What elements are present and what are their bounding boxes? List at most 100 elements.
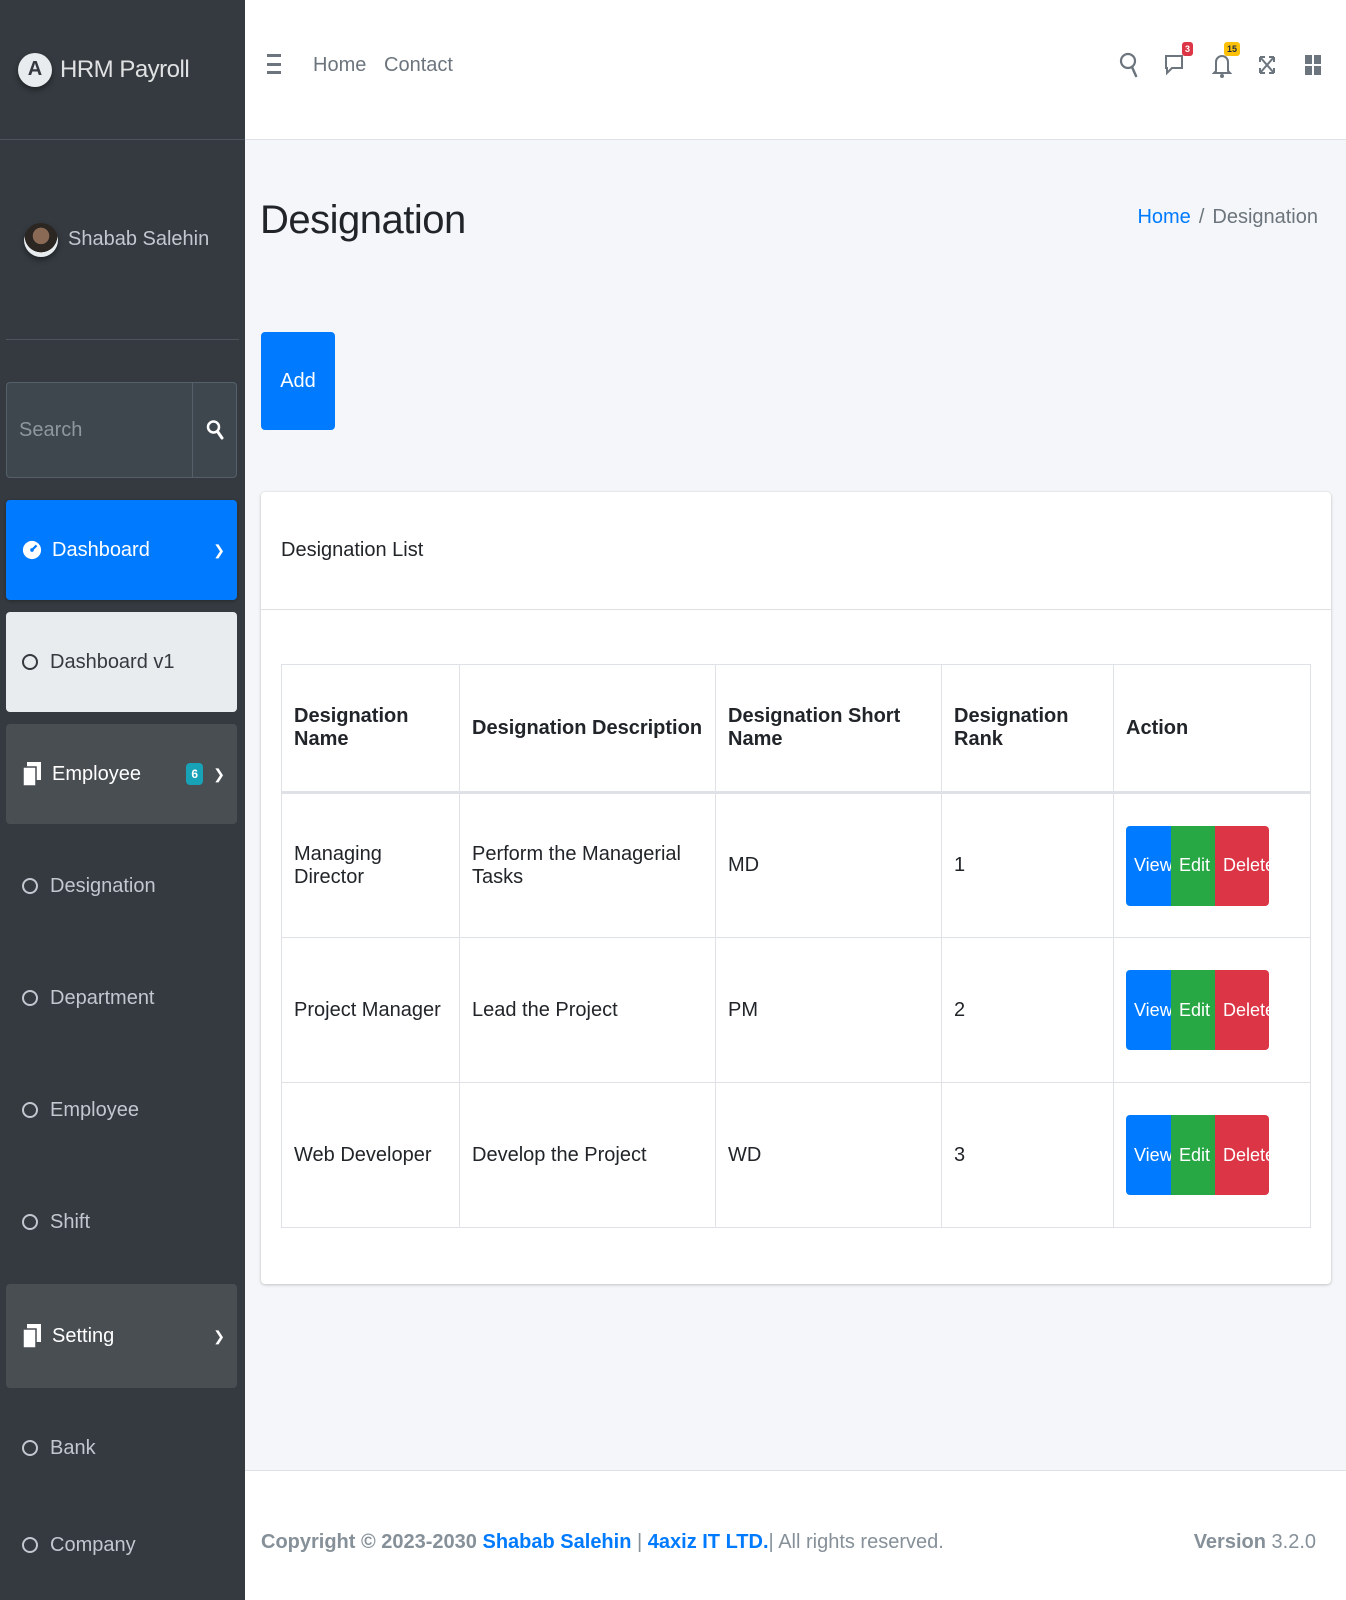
copyright: Copyright © 2023-2030 Shabab Salehin | 4… xyxy=(261,1531,944,1554)
chevron-down-icon: ❯ xyxy=(213,541,225,558)
card-title: Designation List xyxy=(261,492,1331,610)
messages-badge: 3 xyxy=(1181,42,1193,56)
chevron-down-icon: ❯ xyxy=(213,765,225,782)
user-panel: Shabab Salehin xyxy=(6,140,239,340)
action-buttons: View Edit Delete xyxy=(1126,970,1298,1050)
footer-separator: | xyxy=(637,1531,643,1553)
nav-link-home[interactable]: Home xyxy=(313,54,366,77)
avatar[interactable] xyxy=(24,222,58,257)
breadcrumb-home[interactable]: Home xyxy=(1137,206,1190,229)
brand-name: HRM Payroll xyxy=(60,55,190,83)
table-header-row: Designation Name Designation Description… xyxy=(281,664,1311,794)
column-header: Designation Rank xyxy=(941,664,1114,794)
view-button[interactable]: View xyxy=(1126,1115,1173,1195)
search-icon[interactable] xyxy=(1117,48,1141,82)
sidebar-item-label: Setting xyxy=(52,1324,115,1347)
sidebar-item-label: Bank xyxy=(50,1436,96,1459)
add-button[interactable]: Add xyxy=(261,332,335,430)
circle-icon xyxy=(22,1102,38,1118)
sidebar-item-label: Company xyxy=(50,1533,136,1556)
brand-link[interactable]: A HRM Payroll xyxy=(0,0,245,140)
circle-icon xyxy=(22,990,38,1006)
cell-name: Web Developer xyxy=(281,1082,460,1228)
cell-rank: 1 xyxy=(941,792,1114,938)
edit-button[interactable]: Edit xyxy=(1171,825,1215,906)
grid-icon[interactable] xyxy=(1301,48,1325,82)
company-link[interactable]: 4axiz IT LTD. xyxy=(648,1531,769,1553)
delete-button[interactable]: Delete xyxy=(1215,825,1275,906)
edit-button[interactable]: Edit xyxy=(1171,970,1215,1050)
footer: Copyright © 2023-2030 Shabab Salehin | 4… xyxy=(245,1470,1346,1600)
cell-rank: 3 xyxy=(941,1082,1114,1228)
sidebar-item-employee[interactable]: Employee 6 ❯ xyxy=(6,724,237,824)
brand-logo: A xyxy=(18,52,52,87)
column-header: Designation Description xyxy=(459,664,716,794)
sidebar-item-shift[interactable]: Shift xyxy=(6,1172,237,1272)
copy-icon xyxy=(22,1324,42,1348)
table-row: Managing Director Perform the Managerial… xyxy=(281,792,1311,938)
cell-short-name: WD xyxy=(715,1082,942,1228)
page-title: Designation xyxy=(260,198,466,242)
view-button[interactable]: View xyxy=(1126,825,1173,906)
view-button[interactable]: View xyxy=(1126,970,1173,1050)
cell-short-name: PM xyxy=(715,937,942,1083)
author-link[interactable]: Shabab Salehin xyxy=(483,1531,632,1553)
table-row: Project Manager Lead the Project PM 2 Vi… xyxy=(281,937,1311,1083)
sidebar-item-label: Dashboard v1 xyxy=(50,650,175,673)
delete-button[interactable]: Delete xyxy=(1215,1115,1275,1195)
copyright-text: Copyright © 2023-2030 xyxy=(261,1531,477,1553)
breadcrumb-current: Designation xyxy=(1212,206,1318,228)
version-info: Version 3.2.0 xyxy=(1194,1531,1316,1554)
bell-icon[interactable]: 15 xyxy=(1210,42,1240,82)
top-navbar: Home Contact 3 15 xyxy=(245,0,1346,140)
user-name[interactable]: Shabab Salehin xyxy=(68,228,209,251)
search-icon xyxy=(206,420,223,440)
sidebar: A HRM Payroll Shabab Salehin Dashboard ❯… xyxy=(0,0,245,1600)
sidebar-item-setting[interactable]: Setting ❯ xyxy=(6,1284,237,1388)
sidebar-item-label: Employee xyxy=(50,1098,139,1121)
search-button[interactable] xyxy=(192,382,237,478)
designation-table: Designation Name Designation Description… xyxy=(281,664,1311,1228)
count-badge: 6 xyxy=(186,763,203,785)
cell-actions: View Edit Delete xyxy=(1113,792,1311,938)
cell-description: Lead the Project xyxy=(459,937,716,1083)
circle-icon xyxy=(22,878,38,894)
sidebar-item-dashboard-v1[interactable]: Dashboard v1 xyxy=(6,612,237,712)
cell-name: Project Manager xyxy=(281,937,460,1083)
search-input[interactable] xyxy=(6,382,192,478)
menu-toggle-icon[interactable] xyxy=(267,54,281,74)
rights-text: All rights reserved. xyxy=(778,1531,944,1553)
nav-link-contact[interactable]: Contact xyxy=(384,54,453,77)
tachometer-icon xyxy=(22,538,42,562)
footer-separator: | xyxy=(768,1531,774,1553)
designation-card: Designation List Designation Name Design… xyxy=(261,492,1331,1284)
sidebar-item-label: Employee xyxy=(52,762,141,785)
sidebar-item-designation[interactable]: Designation xyxy=(6,836,237,936)
delete-button[interactable]: Delete xyxy=(1215,970,1275,1050)
action-buttons: View Edit Delete xyxy=(1126,1115,1298,1195)
cell-actions: View Edit Delete xyxy=(1113,937,1311,1083)
circle-icon xyxy=(22,1537,38,1553)
sidebar-item-label: Department xyxy=(50,986,155,1009)
action-buttons: View Edit Delete xyxy=(1126,825,1298,906)
column-header: Action xyxy=(1113,664,1311,794)
sidebar-item-employee-list[interactable]: Employee xyxy=(6,1060,237,1160)
cell-name: Managing Director xyxy=(281,792,460,938)
edit-button[interactable]: Edit xyxy=(1171,1115,1215,1195)
chevron-down-icon: ❯ xyxy=(213,1327,225,1344)
sidebar-item-bank[interactable]: Bank xyxy=(6,1398,237,1498)
breadcrumb: Home / Designation xyxy=(1137,206,1318,229)
sidebar-item-label: Designation xyxy=(50,874,156,897)
sidebar-item-label: Shift xyxy=(50,1210,91,1233)
version-label: Version xyxy=(1193,1531,1266,1553)
sidebar-item-department[interactable]: Department xyxy=(6,948,237,1048)
sidebar-item-label: Dashboard xyxy=(52,538,150,561)
table-row: Web Developer Develop the Project WD 3 V… xyxy=(281,1082,1311,1228)
breadcrumb-separator: / xyxy=(1198,206,1205,228)
cell-description: Develop the Project xyxy=(459,1082,716,1228)
sidebar-item-dashboard[interactable]: Dashboard ❯ xyxy=(6,500,237,600)
circle-icon xyxy=(22,654,38,670)
sidebar-item-company[interactable]: Company xyxy=(6,1510,237,1580)
expand-icon[interactable] xyxy=(1255,48,1279,82)
comments-icon[interactable]: 3 xyxy=(1163,42,1193,82)
